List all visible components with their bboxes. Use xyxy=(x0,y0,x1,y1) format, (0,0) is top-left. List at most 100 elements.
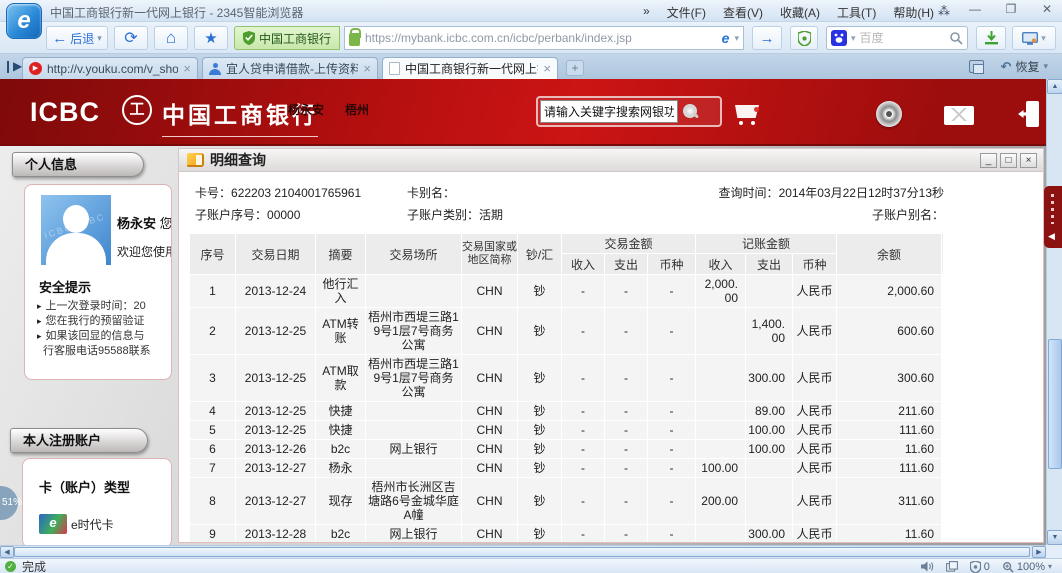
zoom-dropdown-icon[interactable]: ▾ xyxy=(1048,562,1052,571)
table-body: 12013-12-24他行汇入CHN钞---2,000.00人民币2,000.6… xyxy=(190,274,943,543)
go-button[interactable]: → xyxy=(752,26,782,50)
horizontal-scrollbar[interactable]: ◀ ▶ xyxy=(0,545,1046,558)
collapsed-panel-handle[interactable]: ◀ xyxy=(1044,186,1062,248)
zoom-control[interactable]: 100% ▾ xyxy=(1002,561,1052,573)
back-button[interactable]: ← 后退 ▾ xyxy=(46,26,108,50)
table-cell: CHN xyxy=(462,440,518,458)
baidu-paw-icon[interactable] xyxy=(831,30,847,46)
scroll-left-button[interactable]: ◀ xyxy=(0,546,14,558)
panel-maximize-button[interactable]: □ xyxy=(1000,153,1017,168)
web-search-input[interactable] xyxy=(860,31,945,45)
search-magnifier-icon[interactable] xyxy=(949,31,963,45)
favorites-button[interactable]: ★ xyxy=(194,26,228,50)
security-tip: ▸上一次登录时间：20 xyxy=(37,299,172,314)
scroll-down-button[interactable]: ▼ xyxy=(1047,530,1062,545)
home-button[interactable]: ⌂ xyxy=(154,26,188,50)
account-item-e-card[interactable]: e e时代卡 xyxy=(39,514,171,534)
layers-icon xyxy=(946,561,958,572)
menu-favorites[interactable]: 收藏(A) xyxy=(780,4,820,21)
page-layers-button[interactable] xyxy=(946,561,958,572)
url-dropdown-icon[interactable]: ▾ xyxy=(734,33,739,44)
menu-view[interactable]: 查看(V) xyxy=(723,4,763,21)
restore-closed-tabs-button[interactable]: ↶ 恢复 ▾ xyxy=(1001,58,1048,75)
table-cell xyxy=(366,421,462,439)
sub-account-no-label: 子账户序号： xyxy=(195,208,267,222)
download-button[interactable] xyxy=(976,26,1006,50)
scroll-up-button[interactable]: ▲ xyxy=(1047,79,1062,94)
logout-icon[interactable] xyxy=(1018,101,1042,127)
tab-list-icon[interactable] xyxy=(969,60,984,73)
col-header-seq: 序号 xyxy=(190,234,236,274)
table-cell: - xyxy=(648,459,696,477)
avatar: ICBC ICBC xyxy=(41,195,111,265)
back-dropdown-icon[interactable]: ▾ xyxy=(97,33,102,44)
address-bar[interactable]: e ▾ xyxy=(344,26,744,50)
minimize-button[interactable]: — xyxy=(964,2,986,19)
bank-function-search[interactable] xyxy=(536,96,722,127)
col-header-balance: 余额 xyxy=(837,234,942,274)
menu-tools[interactable]: 工具(T) xyxy=(837,4,876,21)
table-cell: CHN xyxy=(462,459,518,477)
home-icon: ⌂ xyxy=(166,28,176,48)
cart-icon[interactable] xyxy=(733,103,765,125)
table-cell: 2013-12-24 xyxy=(236,275,316,307)
tab-youku[interactable]: ▶ http://v.youku.com/v_sho... × xyxy=(22,57,198,79)
registered-accounts-panel-header[interactable]: 本人注册账户 xyxy=(10,428,148,453)
tab-close-icon[interactable]: × xyxy=(183,61,191,76)
close-window-button[interactable]: ✕ xyxy=(1036,2,1058,19)
table-cell: - xyxy=(605,440,648,458)
web-search-box[interactable]: ▾ xyxy=(826,26,968,50)
scroll-right-button[interactable]: ▶ xyxy=(1032,546,1046,558)
menu-file[interactable]: 文件(F) xyxy=(667,4,706,21)
table-cell: 300.60 xyxy=(837,355,942,401)
site-shield-icon xyxy=(243,31,255,45)
card-no-value: 622203 2104001765961 xyxy=(231,186,361,200)
table-cell: 2013-12-25 xyxy=(236,308,316,354)
horizontal-scroll-thumb[interactable] xyxy=(14,547,1030,557)
search-engine-dropdown-icon[interactable]: ▾ xyxy=(851,33,856,44)
tab-close-icon[interactable]: × xyxy=(543,61,551,76)
menu-help[interactable]: 帮助(H) xyxy=(893,4,934,21)
table-cell: 人民币 xyxy=(793,459,837,477)
tab-icbc-active[interactable]: 中国工商银行新一代网上银行 × xyxy=(382,57,558,79)
security-shield-button[interactable] xyxy=(790,26,818,50)
sidepanel-toggle-icon[interactable]: ❙▶ xyxy=(3,59,22,73)
table-cell: 300.00 xyxy=(746,525,793,543)
mute-button[interactable] xyxy=(921,561,934,572)
lock-icon xyxy=(349,33,360,46)
table-cell: - xyxy=(605,355,648,401)
table-cell xyxy=(696,440,746,458)
mail-icon[interactable] xyxy=(944,106,974,125)
col-header-date: 交易日期 xyxy=(236,234,316,274)
screenshot-button[interactable]: ▾ xyxy=(1012,26,1056,50)
restore-dropdown-icon[interactable]: ▾ xyxy=(1043,61,1048,72)
personal-info-panel-header[interactable]: 个人信息 xyxy=(12,152,144,177)
panel-minimize-button[interactable]: _ xyxy=(980,153,997,168)
table-cell: 人民币 xyxy=(793,478,837,524)
table-cell: 9 xyxy=(190,525,236,543)
table-cell: ATM取款 xyxy=(316,355,366,401)
vertical-scroll-thumb[interactable] xyxy=(1048,339,1062,469)
screenshot-dropdown-icon[interactable]: ▾ xyxy=(1041,33,1046,44)
bank-search-magnifier-icon[interactable] xyxy=(682,103,699,120)
vertical-scrollbar[interactable]: ▲ ▼ xyxy=(1046,79,1062,545)
menu-overflow-icon[interactable]: » xyxy=(643,4,650,21)
skin-icon[interactable]: ⁂ xyxy=(938,4,950,18)
record-icon[interactable] xyxy=(876,101,902,127)
refresh-button[interactable]: ⟳ xyxy=(114,26,148,50)
ie-compat-icon[interactable]: e xyxy=(722,30,730,46)
tab-yirendai[interactable]: 宜人贷申请借款-上传资料证明 × xyxy=(202,57,378,79)
table-cell: - xyxy=(605,421,648,439)
table-cell: 人民币 xyxy=(793,275,837,307)
ad-block-counter[interactable]: 0 xyxy=(970,561,990,573)
bank-search-input[interactable] xyxy=(540,100,678,123)
panel-close-button[interactable]: × xyxy=(1020,153,1037,168)
tab-close-icon[interactable]: × xyxy=(363,61,371,76)
table-row: 92013-12-28b2c网上银行CHN钞---300.00人民币11.60 xyxy=(190,524,943,543)
url-input[interactable] xyxy=(365,31,717,45)
site-identity-badge[interactable]: 中国工商银行 xyxy=(234,26,340,50)
status-ok-icon: ✓ xyxy=(5,561,16,572)
zoom-magnifier-icon xyxy=(1002,561,1014,573)
restore-window-button[interactable]: ❐ xyxy=(1000,2,1022,19)
new-tab-button[interactable]: + xyxy=(566,60,584,76)
